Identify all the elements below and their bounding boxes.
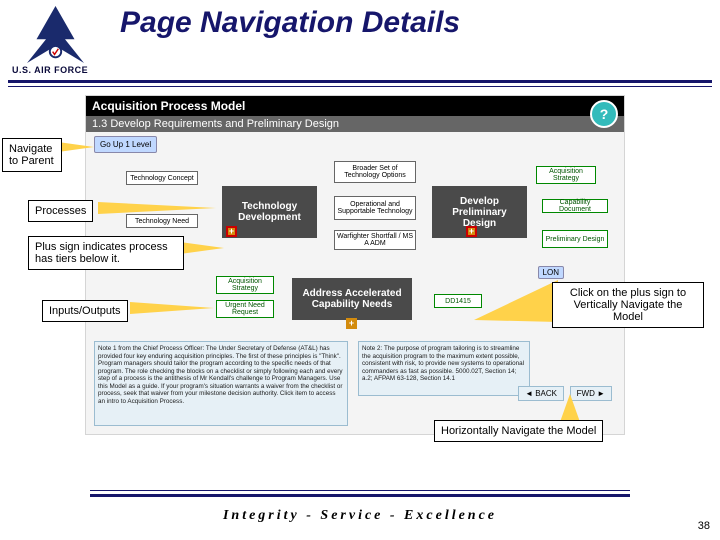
callout-arrow [98,202,216,214]
io-tech-need[interactable]: Technology Need [126,214,198,228]
help-icon[interactable]: ? [590,100,618,128]
callout-io: Inputs/Outputs [42,300,128,322]
callout-arrow [560,394,580,422]
go-up-button[interactable]: Go Up 1 Level [94,136,157,153]
callout-arrow [130,302,214,314]
io-prelim-design[interactable]: Preliminary Design [542,230,608,248]
lon-button[interactable]: LON [538,266,564,279]
divider [8,80,712,83]
process-address-accel[interactable]: Address Accelerated Capability Needs [292,278,412,320]
io-acq-strategy-right[interactable]: Acquisition Strategy [536,166,596,184]
callout-nav-parent: Navigate to Parent [2,138,62,172]
callout-arrow [474,280,558,322]
plus-icon-dev-prelim[interactable]: + [466,226,477,237]
divider [90,494,630,497]
page-number: 38 [698,520,710,532]
io-operational[interactable]: Operational and Supportable Technology [334,196,416,220]
callout-click-plus: Click on the plus sign to Vertically Nav… [552,282,704,328]
io-broader-options[interactable]: Broader Set of Technology Options [334,161,416,183]
callout-horiz-nav: Horizontally Navigate the Model [434,420,603,442]
process-dev-prelim[interactable]: Develop Preliminary Design [432,186,527,238]
plus-icon-accel[interactable]: + [346,318,357,329]
callout-arrow [58,142,94,152]
page-title: Page Navigation Details [120,6,460,40]
note-1: Note 1 from the Chief Process Officer: T… [94,341,348,426]
io-capability-doc[interactable]: Capability Document [542,199,608,213]
note-2: Note 2: The purpose of program tailoring… [358,341,530,396]
callout-processes: Processes [28,200,93,222]
panel-subheader: 1.3 Develop Requirements and Preliminary… [86,116,624,132]
io-acq-strategy-left[interactable]: Acquisition Strategy [216,276,274,294]
io-tech-concept[interactable]: Technology Concept [126,171,198,185]
plus-icon-tech-dev[interactable]: + [226,226,237,237]
divider [90,490,630,491]
callout-plus-tiers: Plus sign indicates process has tiers be… [28,236,184,270]
divider [8,86,712,87]
footer-motto: Integrity - Service - Excellence [0,508,720,524]
io-warfighter[interactable]: Warfighter Shortfall / MS A ADM [334,230,416,250]
callout-arrow [180,242,224,254]
io-urgent-need[interactable]: Urgent Need Request [216,300,274,318]
org-name: U.S. AIR FORCE [12,65,88,75]
back-button[interactable]: ◄ BACK [518,386,564,401]
panel-header: Acquisition Process Model [86,96,624,116]
